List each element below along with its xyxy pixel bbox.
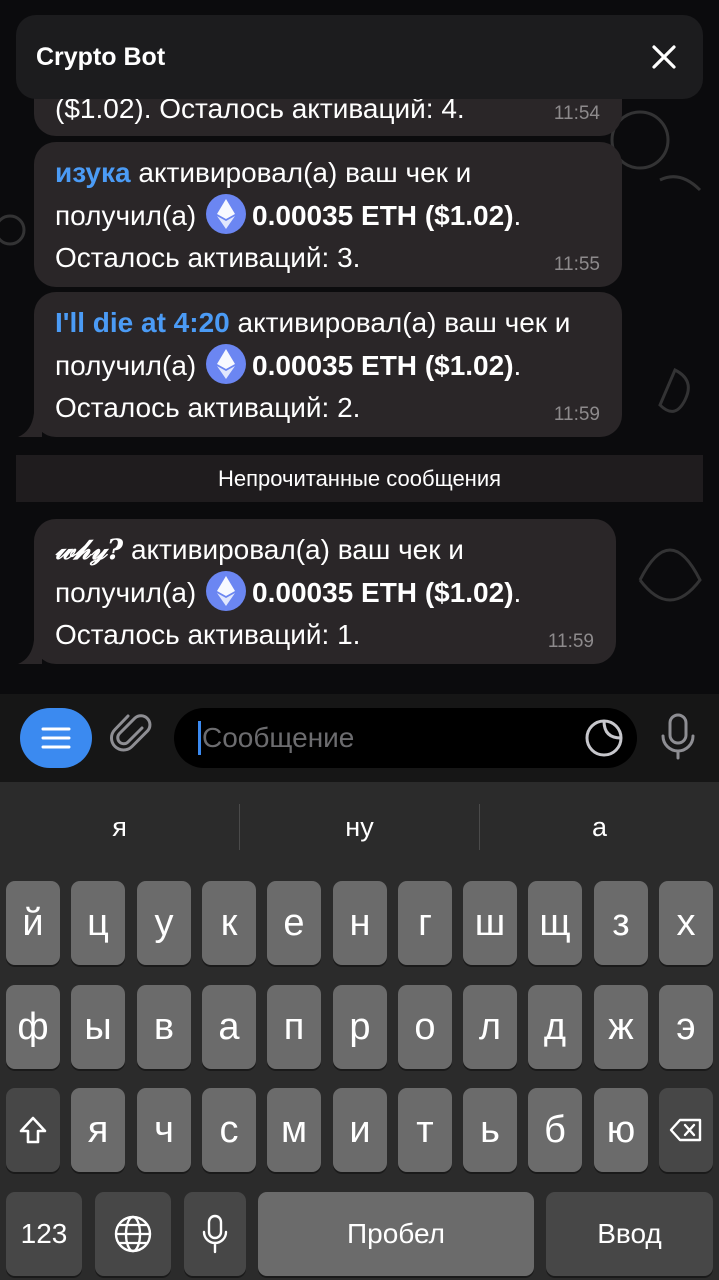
ethereum-icon xyxy=(217,349,236,379)
key[interactable]: м xyxy=(267,1088,321,1172)
message-time: 11:59 xyxy=(553,404,600,425)
message-usd: ($1.02) xyxy=(424,350,514,381)
shift-key[interactable] xyxy=(6,1088,60,1172)
bubble-tail xyxy=(18,640,42,664)
text-caret xyxy=(198,721,201,755)
shift-icon xyxy=(19,1116,47,1144)
microphone-icon[interactable] xyxy=(656,712,700,760)
key[interactable]: х xyxy=(659,881,713,965)
key[interactable]: э xyxy=(659,985,713,1069)
key[interactable]: у xyxy=(137,881,191,965)
message-amount: 0.00035 ETH xyxy=(252,577,418,608)
bubble-tail xyxy=(18,413,42,437)
message-time: 11:54 xyxy=(553,103,600,124)
numbers-key[interactable]: 123 xyxy=(6,1192,82,1276)
key[interactable]: б xyxy=(528,1088,582,1172)
suggestion-item[interactable]: я xyxy=(0,812,239,843)
message-usd: ($1.02) xyxy=(424,577,514,608)
ethereum-icon xyxy=(217,199,236,229)
key[interactable]: г xyxy=(398,881,452,965)
key[interactable]: а xyxy=(202,985,256,1069)
paperclip-icon[interactable] xyxy=(108,710,156,758)
key[interactable]: п xyxy=(267,985,321,1069)
key[interactable]: ж xyxy=(594,985,648,1069)
globe-icon xyxy=(114,1215,152,1253)
key[interactable]: щ xyxy=(528,881,582,965)
sender-name[interactable]: 𝓌𝒽𝓎? xyxy=(55,533,123,566)
message-bubble: 𝓌𝒽𝓎? активировал(а) ваш чек и получил(а)… xyxy=(34,519,616,664)
message-amount: 0.00035 ETH xyxy=(252,350,418,381)
key[interactable]: й xyxy=(6,881,60,965)
backspace-icon xyxy=(669,1118,702,1142)
backspace-key[interactable] xyxy=(659,1088,713,1172)
composer-bar: Сообщение xyxy=(0,694,719,782)
message-placeholder: Сообщение xyxy=(202,722,355,753)
key[interactable]: с xyxy=(202,1088,256,1172)
ethereum-badge xyxy=(206,194,247,234)
ethereum-badge xyxy=(206,571,247,611)
dictation-icon xyxy=(202,1214,228,1254)
key[interactable]: р xyxy=(333,985,387,1069)
key[interactable]: я xyxy=(71,1088,125,1172)
sender-name[interactable]: изука xyxy=(55,157,131,188)
key[interactable]: и xyxy=(333,1088,387,1172)
chat-header: Crypto Bot xyxy=(16,15,703,99)
unread-divider: Непрочитанные сообщения xyxy=(16,455,703,502)
message-bubble: I'll die at 4:20 активировал(а) ваш чек … xyxy=(34,292,622,437)
background-doodle-icon xyxy=(658,367,690,413)
key[interactable]: т xyxy=(398,1088,452,1172)
key[interactable]: о xyxy=(398,985,452,1069)
message-time: 11:55 xyxy=(553,254,600,275)
globe-key[interactable] xyxy=(95,1192,171,1276)
key[interactable]: н xyxy=(333,881,387,965)
key[interactable]: в xyxy=(137,985,191,1069)
ethereum-icon xyxy=(217,576,236,606)
key[interactable]: ч xyxy=(137,1088,191,1172)
ethereum-badge xyxy=(206,344,247,384)
suggestion-item[interactable]: ну xyxy=(240,812,479,843)
return-key[interactable]: Ввод xyxy=(546,1192,713,1276)
key[interactable]: ю xyxy=(594,1088,648,1172)
bot-menu-button[interactable] xyxy=(20,708,92,768)
key[interactable]: л xyxy=(463,985,517,1069)
background-doodle-icon xyxy=(638,548,702,602)
key[interactable]: е xyxy=(267,881,321,965)
key[interactable]: ь xyxy=(463,1088,517,1172)
suggestion-item[interactable]: а xyxy=(480,812,719,843)
keyboard: я ну а й ц у к е н г ш щ з х ф ы в а п р… xyxy=(0,782,719,1280)
message-time: 11:59 xyxy=(547,631,594,652)
key[interactable]: з xyxy=(594,881,648,965)
menu-icon xyxy=(41,727,71,749)
message-input[interactable]: Сообщение xyxy=(174,708,637,768)
dictation-key[interactable] xyxy=(184,1192,246,1276)
space-key[interactable]: Пробел xyxy=(258,1192,534,1276)
message-amount: 0.00035 ETH xyxy=(252,200,418,231)
key[interactable]: ц xyxy=(71,881,125,965)
sticker-icon[interactable] xyxy=(584,718,624,758)
key[interactable]: д xyxy=(528,985,582,1069)
key[interactable]: ы xyxy=(71,985,125,1069)
chat-title: Crypto Bot xyxy=(36,42,166,71)
suggestion-bar: я ну а xyxy=(0,782,719,872)
sender-name[interactable]: I'll die at 4:20 xyxy=(55,307,230,338)
close-button[interactable] xyxy=(647,40,681,74)
message-usd: ($1.02) xyxy=(424,200,514,231)
close-icon xyxy=(652,45,676,69)
key[interactable]: ш xyxy=(463,881,517,965)
message-bubble: изука активировал(а) ваш чек и получил(а… xyxy=(34,142,622,287)
key[interactable]: к xyxy=(202,881,256,965)
key[interactable]: ф xyxy=(6,985,60,1069)
